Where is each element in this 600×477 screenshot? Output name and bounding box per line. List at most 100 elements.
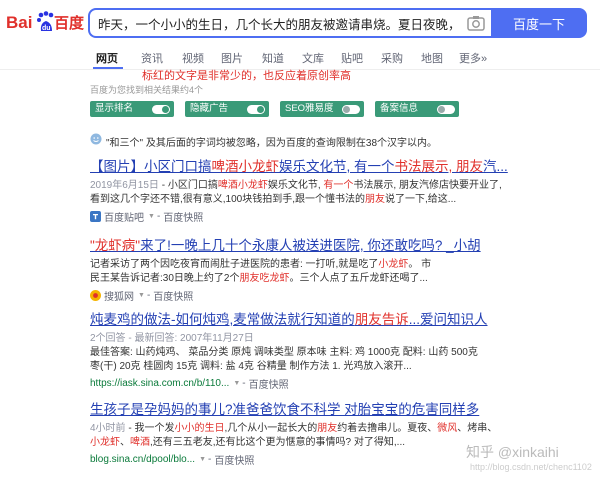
tab-tieba[interactable]: 贴吧: [341, 50, 363, 66]
switch-icon: [342, 105, 360, 114]
camera-icon[interactable]: [467, 15, 485, 31]
switch-icon: [152, 105, 170, 114]
text-segment: 看到这几个字还不错,很有意义,100块钱拍到手,跟一个懂书法的: [90, 194, 366, 205]
dropdown-triangle-icon[interactable]: ▼: [233, 380, 240, 387]
text-segment: 记者采访了两个因吃夜宵而闹肚子进医院的患者: 一打听,就是吃了: [90, 259, 379, 270]
tab-web[interactable]: 网页: [96, 50, 118, 66]
text-segment: 、: [120, 437, 130, 448]
result-item-3: 炖麦鸡的做法-如何炖鸡,麦常做法就行知道的朋友告诉...爱问知识人 2个回答 -…: [90, 311, 580, 391]
svg-text:百度: 百度: [54, 14, 85, 32]
highlighted-text: 小龙虾: [90, 437, 120, 448]
result-count: 百度为您找到相关结果约4个: [90, 85, 204, 95]
result-title[interactable]: 【图片】小区门口搞啤酒小龙虾娱乐文化节, 有一个书法展示, 朋友汽...: [90, 158, 580, 175]
tab-zhidao[interactable]: 知道: [262, 50, 284, 66]
tab-images[interactable]: 图片: [221, 50, 243, 66]
abstract-line: 4小时前 - 我一个发小小的生日,几个从小一起长大的朋友约着去撸串儿。夏夜、微风…: [90, 422, 580, 436]
toggle-hide-ads[interactable]: 隐藏广告: [185, 101, 269, 117]
separator: -: [156, 211, 161, 222]
watermark-url: http://blog.csdn.net/chenc1102: [470, 462, 592, 472]
toggle-label: 隐藏广告: [190, 103, 229, 114]
text-segment: 。 市: [408, 259, 432, 270]
text-segment: 生孩子是孕妈妈的事儿?准爸爸饮食不科学 对胎宝宝的危害同样多: [90, 402, 480, 417]
result-url[interactable]: blog.sina.cn/dpool/blo...: [90, 454, 195, 465]
dropdown-triangle-icon[interactable]: ▼: [199, 456, 206, 463]
highlighted-text: 书法展示, 朋友: [394, 159, 484, 174]
abstract-line: 看到这几个字还不错,很有意义,100块钱拍到手,跟一个懂书法的朋友说了一下,给这…: [90, 193, 580, 207]
text-segment: 来了!一晚上几十个永康人被送进医院, 你还敢吃吗? _小胡: [140, 238, 481, 253]
text-segment: ,几个从小一起长大的: [224, 423, 318, 434]
text-segment: 炖麦鸡的做法-如何炖鸡,麦常做法就行知道的: [90, 312, 355, 327]
text-segment: 书法展示, 朋友汽修店快要开业了,: [353, 180, 502, 191]
text-segment: ...爱问知识人: [408, 312, 488, 327]
baidu-logo[interactable]: Bai du 百度: [6, 7, 86, 37]
svg-text:Bai: Bai: [6, 13, 32, 32]
result-title[interactable]: "龙虾病"来了!一晚上几十个永康人被送进医院, 你还敢吃吗? _小胡: [90, 237, 580, 254]
toggle-show-rank[interactable]: 显示排名: [90, 101, 174, 117]
text-segment: 最佳答案: 山药炖鸡、 菜品分类 原炖 调味类型 原本味 主料: 鸡 1000克…: [90, 347, 478, 358]
info-face-icon: [90, 133, 102, 145]
highlighted-text: 有一个: [323, 180, 354, 191]
dropdown-triangle-icon[interactable]: ▼: [148, 213, 155, 220]
toggle-label: 显示排名: [95, 103, 134, 114]
watermark: 知乎 @xinkaihi: [466, 444, 559, 460]
top-search-bar: Bai du 百度 百度一下: [0, 0, 600, 44]
text-segment: 【图片】小区门口搞: [90, 159, 212, 174]
text-segment: 约着去撸串儿。夏夜、: [337, 423, 438, 434]
highlighted-text: 啤酒: [130, 437, 150, 448]
result-url[interactable]: https://iask.sina.com.cn/b/110...: [90, 378, 229, 389]
cache-link[interactable]: 百度快照: [153, 288, 193, 303]
highlighted-text: 朋友: [365, 194, 386, 205]
separator: -: [208, 454, 212, 465]
result-abstract: 记者采访了两个因吃夜宵而闹肚子进医院的患者: 一打听,就是吃了小龙虾。 市民王某…: [90, 258, 580, 286]
cache-link[interactable]: 百度快照: [214, 452, 254, 467]
search-input[interactable]: [98, 10, 458, 36]
cache-link[interactable]: 百度快照: [163, 209, 203, 224]
result-title[interactable]: 生孩子是孕妈妈的事儿?准爸爸饮食不科学 对胎宝宝的危害同样多: [90, 401, 580, 418]
result-date: 2019年6月15日: [90, 180, 159, 191]
source-name[interactable]: 百度贴吧: [104, 209, 144, 224]
text-segment: 娱乐文化节,: [267, 180, 324, 191]
highlighted-text: "龙虾病": [90, 238, 141, 253]
text-segment: 民王某告诉记者:30日晚上约了2个: [90, 273, 240, 284]
text-segment: 娱乐文化节, 有一个: [279, 159, 395, 174]
result-title[interactable]: 炖麦鸡的做法-如何炖鸡,麦常做法就行知道的朋友告诉...爱问知识人: [90, 311, 580, 328]
toggle-filing-info[interactable]: 备案信息: [375, 101, 459, 117]
result-date: 4小时前: [90, 423, 126, 434]
separator: -: [146, 290, 151, 301]
annotation-note: 标红的文字是非常少的，也反应着原创率高: [142, 70, 351, 82]
result-source: 搜狐网 ▼ - 百度快照: [90, 288, 580, 303]
svg-text:du: du: [42, 25, 51, 32]
result-item-2: "龙虾病"来了!一晚上几十个永康人被送进医院, 你还敢吃吗? _小胡 记者采访了…: [90, 237, 580, 303]
text-segment: 。三个人点了五斤龙虾还喝了...: [289, 273, 428, 284]
text-segment: 汽...: [483, 159, 508, 174]
query-limit-hint: "和三个" 及其后面的字词均被忽略，因为百度的查询限制在38个汉字以内。: [106, 138, 438, 149]
separator: -: [242, 378, 246, 389]
dropdown-triangle-icon[interactable]: ▼: [138, 292, 145, 299]
cache-link[interactable]: 百度快照: [249, 376, 289, 391]
source-name[interactable]: 搜狐网: [104, 288, 134, 303]
text-segment: 说了一下,给这...: [385, 194, 457, 205]
toggle-label: SEO雅易度: [285, 103, 334, 114]
toggle-label: 备案信息: [380, 103, 419, 114]
highlighted-text: 啤酒小龙虾: [217, 180, 268, 191]
switch-icon: [247, 105, 265, 114]
result-item-1: 【图片】小区门口搞啤酒小龙虾娱乐文化节, 有一个书法展示, 朋友汽... 201…: [90, 158, 580, 224]
result-abstract: 2019年6月15日 - 小区门口搞啤酒小龙虾娱乐文化节, 有一个书法展示, 朋…: [90, 179, 580, 207]
text-segment: ,还有三五老友,还有比这个更为惬意的事情吗? 对了得知,...: [150, 437, 406, 448]
search-box: [88, 8, 491, 38]
active-tab-indicator: [93, 67, 123, 69]
search-button[interactable]: 百度一下: [491, 8, 587, 38]
tab-map[interactable]: 地图: [421, 50, 443, 66]
tab-wenku[interactable]: 文库: [302, 50, 324, 66]
highlighted-text: 小小的生日: [174, 423, 225, 434]
tab-purchase[interactable]: 采购: [381, 50, 403, 66]
abstract-line: 最佳答案: 山药炖鸡、 菜品分类 原炖 调味类型 原本味 主料: 鸡 1000克…: [90, 346, 580, 360]
tab-video[interactable]: 视频: [182, 50, 204, 66]
tab-more[interactable]: 更多»: [459, 50, 487, 66]
highlighted-text: 小龙虾: [378, 259, 409, 270]
highlighted-text: 啤酒小龙虾: [211, 159, 280, 174]
highlighted-text: 朋友吃龙虾: [239, 273, 290, 284]
toggle-seo[interactable]: SEO雅易度: [280, 101, 364, 117]
abstract-line: 民王某告诉记者:30日晚上约了2个朋友吃龙虾。三个人点了五斤龙虾还喝了...: [90, 272, 580, 286]
tab-news[interactable]: 资讯: [141, 50, 163, 66]
